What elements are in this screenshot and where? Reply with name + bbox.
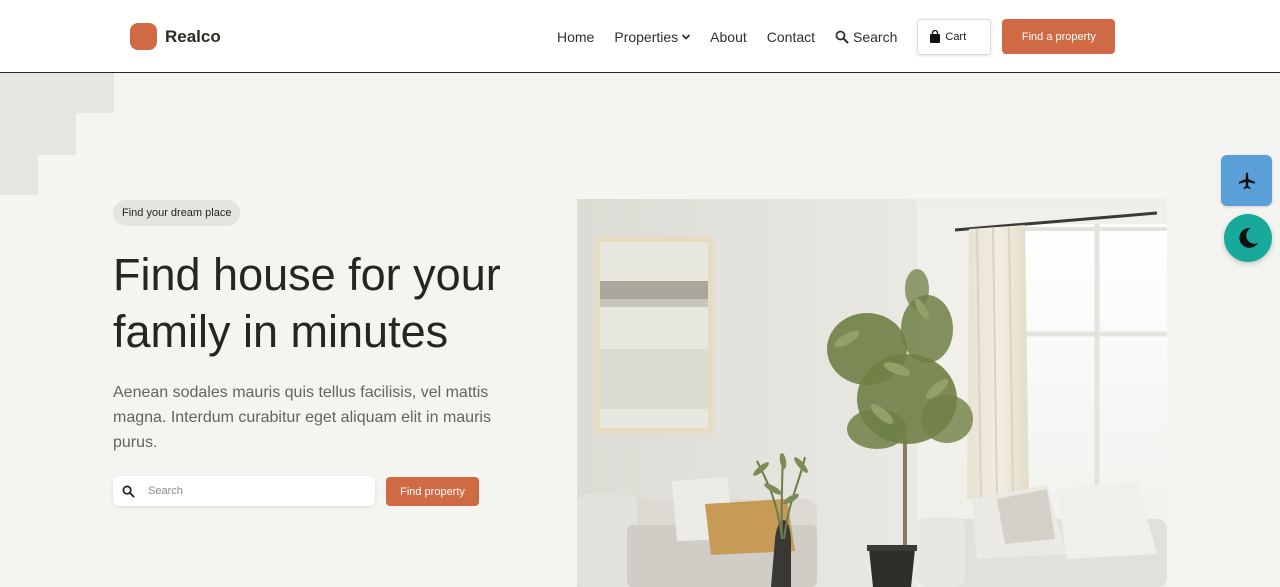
decorative-block xyxy=(0,73,114,113)
airplane-icon xyxy=(1238,172,1255,189)
logo-mark-icon xyxy=(130,23,157,50)
theme-toggle-button[interactable] xyxy=(1224,214,1272,262)
moon-icon xyxy=(1239,227,1258,248)
search-icon xyxy=(835,30,849,43)
find-property-button[interactable]: Find property xyxy=(386,477,479,506)
nav-about-link[interactable]: About xyxy=(710,29,747,45)
hero-search-input[interactable] xyxy=(148,485,348,497)
nav-home-link[interactable]: Home xyxy=(557,29,594,45)
nav-properties-label: Properties xyxy=(614,28,679,45)
nav-search-button[interactable]: Search xyxy=(835,29,897,45)
decorative-block xyxy=(0,155,38,195)
nav-properties-dropdown[interactable]: Properties xyxy=(614,29,691,45)
hero-description: Aenean sodales mauris quis tellus facili… xyxy=(113,384,491,451)
cart-label: Cart xyxy=(945,30,967,43)
brand-name: Realco xyxy=(165,26,221,46)
main-nav: Home Properties About Contact Search Car… xyxy=(557,0,1116,73)
hero-search-box xyxy=(113,476,375,506)
brand-logo[interactable]: Realco xyxy=(130,23,221,50)
site-header: Realco Home Properties About Contact Sea… xyxy=(0,0,1280,73)
nav-contact-link[interactable]: Contact xyxy=(767,29,815,45)
hero-title: Find house for your family in minutes xyxy=(113,249,501,357)
living-room-illustration xyxy=(577,199,1167,587)
chevron-down-icon xyxy=(682,34,691,39)
find-a-property-button[interactable]: Find a property xyxy=(1002,19,1116,54)
decorative-block xyxy=(0,113,76,155)
cart-button[interactable]: Cart xyxy=(917,18,992,55)
hero-badge: Find your dream place xyxy=(113,200,241,226)
search-icon xyxy=(122,485,135,498)
hero-living-room-image xyxy=(577,199,1167,587)
shopping-bag-icon xyxy=(930,30,941,43)
nav-search-label: Search xyxy=(853,28,898,45)
airplane-float-button[interactable] xyxy=(1221,155,1272,206)
